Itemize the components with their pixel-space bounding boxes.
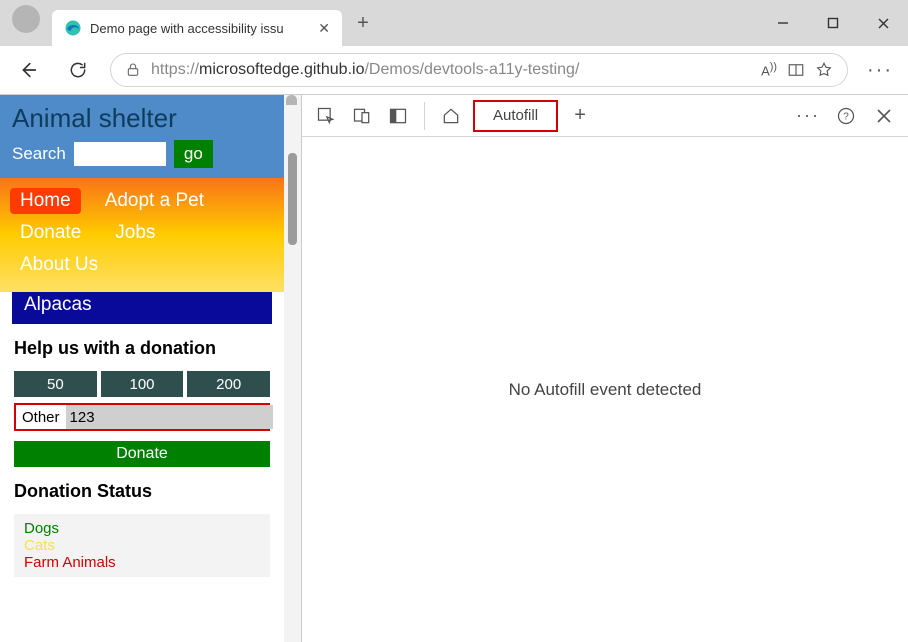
svg-text:?: ? <box>843 111 849 122</box>
window-titlebar: Demo page with accessibility issu ✕ + <box>0 0 908 46</box>
page-viewport: Animal shelter Search go Home Adopt a Pe… <box>0 95 284 642</box>
devtools-body-message: No Autofill event detected <box>302 137 908 642</box>
tab-close-icon[interactable]: ✕ <box>318 20 330 37</box>
page-scrollbar[interactable] <box>284 95 302 642</box>
devtools-tab-autofill[interactable]: Autofill <box>473 100 558 132</box>
window-close-button[interactable] <box>858 0 908 46</box>
read-aloud-icon[interactable]: A)) <box>761 61 777 78</box>
devtools-panel: Autofill + ··· ? No Autofill event detec… <box>302 95 908 642</box>
window-maximize-button[interactable] <box>808 0 858 46</box>
status-panel: Donation Status Dogs Cats Farm Animals <box>12 467 272 577</box>
device-emulation-icon[interactable] <box>348 102 376 130</box>
site-header: Animal shelter Search go <box>0 95 284 178</box>
devtools-tabbar: Autofill + ··· ? <box>302 95 908 137</box>
window-minimize-button[interactable] <box>758 0 808 46</box>
primary-nav: Home Adopt a Pet Donate Jobs About Us <box>0 178 284 292</box>
inspect-element-icon[interactable] <box>312 102 340 130</box>
nav-adopt[interactable]: Adopt a Pet <box>95 188 214 214</box>
donation-panel: Help us with a donation 50 100 200 Other… <box>12 324 272 467</box>
nav-donate[interactable]: Donate <box>10 220 91 246</box>
status-heading: Donation Status <box>14 481 270 502</box>
nav-about[interactable]: About Us <box>10 252 108 278</box>
page-title: Animal shelter <box>12 103 272 134</box>
url-text: https://microsoftedge.github.io/Demos/de… <box>151 61 751 79</box>
favorites-star-icon[interactable] <box>815 61 833 79</box>
address-bar[interactable]: https://microsoftedge.github.io/Demos/de… <box>110 53 848 87</box>
edge-favicon-icon <box>64 19 82 37</box>
search-label: Search <box>12 144 66 164</box>
nav-home[interactable]: Home <box>10 188 81 214</box>
donation-other-row: Other <box>14 403 270 431</box>
nav-jobs[interactable]: Jobs <box>105 220 165 246</box>
status-item-cats[interactable]: Cats <box>24 537 260 554</box>
sidebar-section-cut: Alpacas <box>12 292 272 324</box>
reader-mode-icon[interactable] <box>787 61 805 79</box>
donation-other-input[interactable] <box>66 405 273 429</box>
search-input[interactable] <box>74 142 166 166</box>
devtools-more-icon[interactable]: ··· <box>794 102 822 130</box>
devtools-more-tabs-button[interactable]: + <box>566 102 594 130</box>
new-tab-button[interactable]: + <box>348 8 378 38</box>
devtools-close-icon[interactable] <box>870 102 898 130</box>
donation-heading: Help us with a donation <box>14 338 270 359</box>
donation-amount-200[interactable]: 200 <box>187 371 270 397</box>
tab-title: Demo page with accessibility issu <box>90 21 310 36</box>
profile-avatar-icon[interactable] <box>12 5 40 33</box>
browser-toolbar: https://microsoftedge.github.io/Demos/de… <box>0 46 908 94</box>
back-button[interactable] <box>10 52 46 88</box>
status-item-dogs[interactable]: Dogs <box>24 520 260 537</box>
donation-amount-50[interactable]: 50 <box>14 371 97 397</box>
settings-more-button[interactable]: ··· <box>862 52 898 88</box>
lock-icon <box>125 62 141 78</box>
welcome-home-icon[interactable] <box>437 102 465 130</box>
donation-amount-100[interactable]: 100 <box>101 371 184 397</box>
donate-button[interactable]: Donate <box>14 441 270 467</box>
status-item-farm[interactable]: Farm Animals <box>24 554 260 571</box>
search-go-button[interactable]: go <box>174 140 213 168</box>
browser-tab[interactable]: Demo page with accessibility issu ✕ <box>52 10 342 46</box>
dock-side-icon[interactable] <box>384 102 412 130</box>
refresh-button[interactable] <box>60 52 96 88</box>
devtools-help-icon[interactable]: ? <box>832 102 860 130</box>
scrollbar-thumb[interactable] <box>288 153 297 245</box>
donation-other-label: Other <box>16 407 66 428</box>
